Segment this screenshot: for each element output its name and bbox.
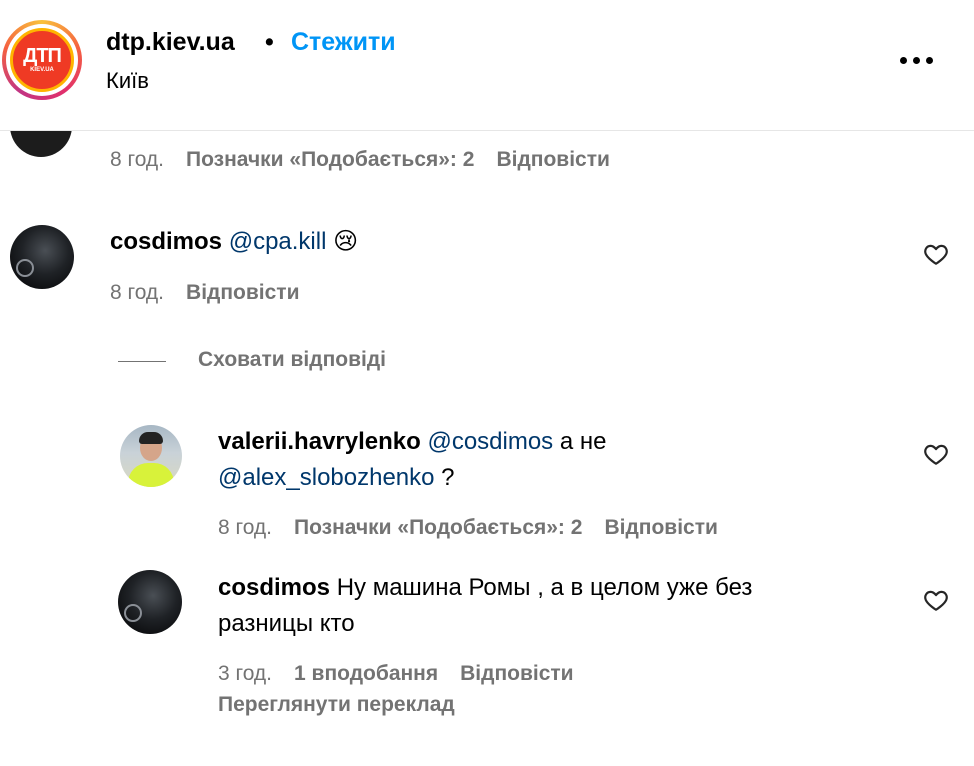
hide-replies-line: [118, 361, 166, 362]
hide-replies-button[interactable]: Сховати відповіді: [198, 348, 386, 372]
heart-icon[interactable]: [923, 587, 949, 613]
mention-link[interactable]: @alex_slobozhenko: [218, 464, 435, 491]
avatar[interactable]: [120, 425, 182, 487]
comment-meta: 8 год. Позначки «Подобається»: 2 Відповіст…: [110, 148, 610, 172]
likes-count[interactable]: Позначки «Подобається»: 2: [186, 148, 474, 171]
reply-button[interactable]: Відповісти: [460, 662, 573, 685]
reply-meta: 3 год. 1 вподобання Відповісти: [218, 662, 574, 686]
reply-text: valerii.havrylenko @cosdimos а не @alex_…: [218, 424, 898, 496]
avatar[interactable]: [10, 225, 74, 289]
reply-username[interactable]: valerii.havrylenko: [218, 428, 421, 455]
reply-button[interactable]: Відповісти: [186, 281, 299, 304]
post-header: ДТП KIEV.UA dtp.kiev.ua • Стежити Київ: [0, 0, 974, 131]
comment-time[interactable]: 3 год.: [218, 662, 272, 685]
heart-icon[interactable]: [923, 441, 949, 467]
location-link[interactable]: Київ: [106, 68, 149, 94]
reply-body: разницы кто: [218, 610, 355, 637]
logo-subtext: KIEV.UA: [30, 67, 54, 73]
emoji: 😢: [333, 228, 359, 255]
logo-text: ДТП: [23, 45, 62, 67]
separator-dot: •: [265, 28, 274, 56]
likes-count[interactable]: 1 вподобання: [294, 662, 438, 685]
reply-body: ?: [434, 464, 455, 491]
likes-count[interactable]: Позначки «Подобається»: 2: [294, 516, 582, 539]
reply-body: а не: [553, 428, 607, 455]
profile-username[interactable]: dtp.kiev.ua: [106, 28, 235, 57]
see-translation-button[interactable]: Переглянути переклад: [218, 693, 455, 717]
comment-time[interactable]: 8 год.: [110, 148, 164, 171]
comment-text: cosdimos @cpa.kill 😢: [110, 224, 358, 260]
reply-text: cosdimos Ну машина Ромы , а в целом уже …: [218, 570, 898, 642]
comment-time[interactable]: 8 год.: [218, 516, 272, 539]
comment-meta: 8 год. Відповісти: [110, 281, 300, 305]
reply-meta: 8 год. Позначки «Подобається»: 2 Відповіст…: [218, 516, 718, 540]
reply-button[interactable]: Відповісти: [604, 516, 717, 539]
dtp-logo: ДТП KIEV.UA: [10, 28, 74, 92]
comment-username[interactable]: cosdimos: [110, 228, 222, 255]
reply-body: Ну машина Ромы , а в целом уже без: [330, 574, 753, 601]
comment-time[interactable]: 8 год.: [110, 281, 164, 304]
mention-link[interactable]: @cosdimos: [427, 428, 553, 455]
avatar[interactable]: [118, 570, 182, 634]
heart-icon[interactable]: [923, 241, 949, 267]
reply-button[interactable]: Відповісти: [496, 148, 609, 171]
reply-username[interactable]: cosdimos: [218, 574, 330, 601]
mention-link[interactable]: @cpa.kill: [229, 228, 327, 255]
profile-avatar[interactable]: ДТП KIEV.UA: [2, 20, 82, 100]
follow-button[interactable]: Стежити: [291, 28, 396, 57]
more-options-icon[interactable]: [900, 50, 940, 70]
